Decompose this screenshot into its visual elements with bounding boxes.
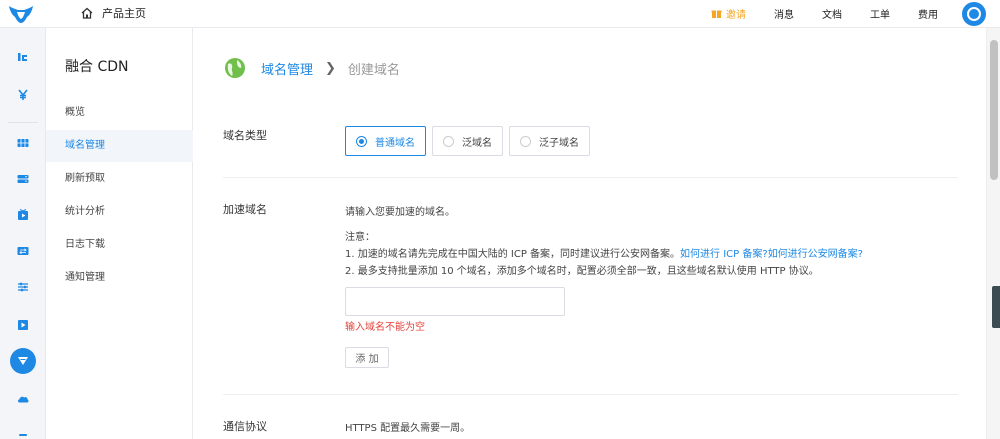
rail-item-more[interactable] [0,420,46,439]
top-bar: 产品主页 邀请 消息 文档 工单 费用 [0,0,1000,28]
rail-item-media[interactable] [0,200,46,230]
sidebar-item-refresh[interactable]: 刷新预取 [46,163,193,195]
docs-link[interactable]: 文档 [822,6,842,21]
sidebar-item-statistics[interactable]: 统计分析 [46,196,193,228]
home-link[interactable]: 产品主页 [80,5,146,21]
chevron-right-icon: ❯ [325,60,336,76]
page-scrollbar[interactable] [986,28,1000,439]
rail-separator [8,122,38,123]
police-help-link[interactable]: 如何进行公安网备案? [768,249,863,260]
home-label: 产品主页 [102,7,146,20]
radio-label: 普通域名 [375,137,415,149]
sidebar-item-logs[interactable]: 日志下载 [46,229,193,261]
section-divider [223,394,958,395]
breadcrumb-parent-link[interactable]: 域名管理 [261,59,313,78]
grid-icon [17,139,29,147]
radio-wildcard-domain[interactable]: 泛域名 [432,126,503,156]
rail-item-transfer[interactable] [0,236,46,266]
add-domain-button[interactable]: 添 加 [345,347,389,368]
logo-ie-icon [18,53,27,61]
breadcrumb: 域名管理 ❯ 创建域名 [223,56,400,80]
sidebar-item-overview[interactable]: 概览 [46,97,193,129]
scrollbar-thumb[interactable] [990,40,998,180]
note-1-text: 1. 加速的域名请先完成在中国大陆的 ICP 备案，同时建议进行公安网备案。 [345,249,681,260]
note-title: 注意： [345,232,375,243]
sidebar-item-notifications[interactable]: 通知管理 [46,262,193,294]
transfer-icon [17,247,29,255]
cdn-icon [18,357,28,365]
rail-item-cdn[interactable] [0,346,46,376]
tickets-link[interactable]: 工单 [870,6,890,21]
home-icon [81,7,93,19]
breadcrumb-current: 创建域名 [347,62,400,78]
radio-dot [520,135,531,147]
globe-icon [225,58,245,78]
invite-label: 邀请 [726,10,746,21]
rail-item-video[interactable] [0,310,46,340]
product-sidebar: 融合 CDN 概览 域名管理 刷新预取 统计分析 日志下载 通知管理 [46,28,193,439]
invite-link[interactable]: 邀请 [711,6,746,21]
radio-dot [356,135,367,147]
main-content: 域名管理 ❯ 创建域名 域名类型 普通域名 泛域名 泛子域名 加速域名 请输入您… [194,28,986,439]
radio-label: 泛域名 [462,137,492,149]
note-line-2: 2. 最多支持批量添加 10 个域名，添加多个域名时，配置必须全部一致，且这些域… [345,266,819,277]
domain-hint: 请输入您要加速的域名。 [345,207,455,218]
rail-active-indicator [10,348,36,374]
brand-logo-icon[interactable] [6,3,36,25]
rail-item-billing[interactable] [0,80,46,110]
more-icon [19,434,27,436]
rail-item-storage[interactable] [0,164,46,194]
rail-item-settings[interactable] [0,272,46,302]
domain-input[interactable] [345,287,565,316]
domain-error-message: 输入域名不能为空 [345,322,425,333]
radio-label: 泛子域名 [539,137,579,149]
cloud-icon [18,396,29,403]
user-avatar[interactable] [962,2,986,26]
radio-wildcard-subdomain[interactable]: 泛子域名 [509,126,590,156]
protocol-hint: HTTPS 配置最久需要一周。 [345,423,471,434]
top-nav: 邀请 消息 文档 工单 费用 [683,6,938,21]
domain-label: 加速域名 [223,203,267,216]
rail-item-ie[interactable] [0,42,46,72]
note-line-1: 1. 加速的域名请先完成在中国大陆的 ICP 备案，同时建议进行公安网备案。如何… [345,245,863,260]
media-icon [18,209,28,220]
sliders-icon [18,282,28,292]
domain-type-radio-group: 普通域名 泛域名 泛子域名 [345,126,590,156]
section-divider [223,177,958,178]
radio-normal-domain[interactable]: 普通域名 [345,126,426,156]
radio-dot [443,135,454,147]
rail-item-compute[interactable] [0,128,46,158]
play-icon [18,320,28,330]
sidebar-title: 融合 CDN [65,59,129,75]
icp-help-link[interactable]: 如何进行 ICP 备案? [680,249,768,260]
sidebar-item-domains[interactable]: 域名管理 [46,130,193,162]
feedback-tab[interactable] [992,286,1000,328]
billing-link[interactable]: 费用 [918,6,938,21]
storage-icon [17,175,29,183]
rail-item-cloud[interactable] [0,384,46,414]
yen-icon [18,89,28,100]
domain-type-label: 域名类型 [223,129,267,142]
gift-icon [711,10,722,18]
messages-link[interactable]: 消息 [774,6,794,21]
product-rail [0,28,46,439]
protocol-label: 通信协议 [223,420,267,433]
